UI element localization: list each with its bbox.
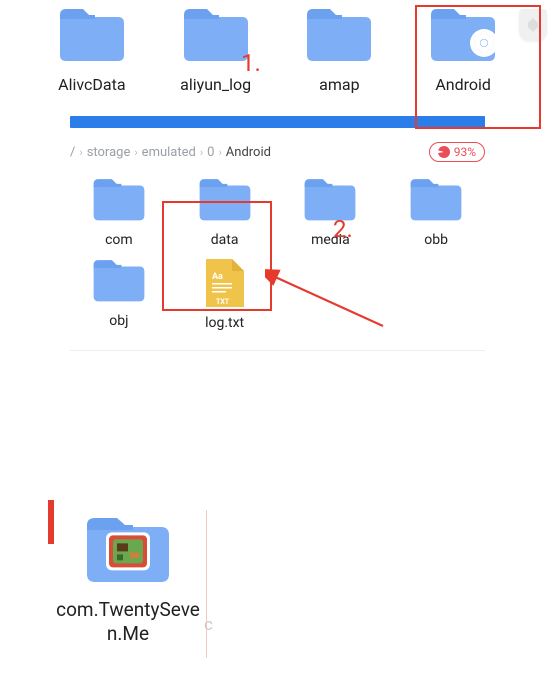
- chevron-right-icon: ›: [200, 146, 203, 159]
- folder-icon: [83, 512, 173, 584]
- folder-android[interactable]: Android: [413, 5, 513, 94]
- app-icon: [104, 530, 152, 572]
- folder-icon: [91, 176, 147, 222]
- breadcrumb[interactable]: / › storage › emulated › 0 › Android 93%: [70, 142, 485, 162]
- folder-label: com: [105, 232, 133, 249]
- breadcrumb-seg[interactable]: 0: [207, 145, 214, 160]
- chevron-right-icon: ›: [134, 146, 137, 159]
- txt-file-icon: Aa TXT: [204, 257, 246, 309]
- folder-grid: com data media obb obj: [70, 176, 485, 332]
- breadcrumb-current: Android: [226, 145, 271, 160]
- folder-icon: [197, 176, 253, 222]
- folder-label: obb: [424, 232, 448, 249]
- folder-obb[interactable]: obb: [387, 176, 485, 249]
- folder-alivcdata[interactable]: AlivcData: [42, 5, 142, 94]
- file-browser-panel: / › storage › emulated › 0 › Android 93%…: [70, 116, 485, 332]
- folder-icon: [408, 176, 464, 222]
- folder-label: AlivcData: [58, 75, 125, 94]
- folder-label: obj: [109, 313, 128, 330]
- file-log-txt[interactable]: Aa TXT log.txt: [176, 257, 274, 332]
- folder-icon: [181, 5, 251, 63]
- chevron-right-icon: ›: [218, 146, 221, 159]
- panel-top-bar: [70, 116, 485, 128]
- svg-text:TXT: TXT: [216, 298, 230, 306]
- folder-icon: [304, 5, 374, 63]
- folder-row-top: AlivcData aliyun_log amap: [0, 5, 555, 94]
- gear-icon: [468, 27, 500, 59]
- folder-media[interactable]: media: [282, 176, 380, 249]
- chevron-right-icon: ›: [79, 146, 82, 159]
- folder-label: aliyun_log: [180, 75, 251, 94]
- folder-obj[interactable]: obj: [70, 257, 168, 332]
- folder-icon: [57, 5, 127, 63]
- folder-aliyun-log[interactable]: aliyun_log: [166, 5, 266, 94]
- folder-amap[interactable]: amap: [289, 5, 389, 94]
- breadcrumb-seg[interactable]: emulated: [142, 145, 196, 160]
- scroll-handle[interactable]: [519, 9, 547, 41]
- folder-label: media: [311, 232, 350, 249]
- storage-usage-pill[interactable]: 93%: [429, 142, 485, 162]
- folder-label: com.TwentySeven.Me: [53, 598, 203, 647]
- breadcrumb-root[interactable]: /: [70, 145, 75, 160]
- folder-icon: [428, 5, 498, 63]
- folder-label: amap: [319, 75, 359, 94]
- folder-com[interactable]: com: [70, 176, 168, 249]
- folder-com-twentyseven-me[interactable]: com.TwentySeven.Me: [48, 500, 208, 647]
- breadcrumb-seg[interactable]: storage: [87, 145, 131, 160]
- highlight-bar-left: [48, 500, 54, 544]
- folder-icon: [91, 257, 147, 303]
- folder-data[interactable]: data: [176, 176, 274, 249]
- cropped-text: c: [204, 615, 213, 635]
- svg-text:Aa: Aa: [212, 272, 223, 282]
- bottom-section: com.TwentySeven.Me: [48, 500, 208, 670]
- divider: [70, 350, 485, 351]
- pie-chart-icon: [436, 145, 451, 160]
- storage-usage-value: 93%: [454, 145, 476, 159]
- crop-line-right: [206, 510, 207, 658]
- folder-icon: [302, 176, 358, 222]
- file-label: log.txt: [205, 315, 244, 332]
- folder-label: Android: [435, 75, 491, 94]
- folder-label: data: [211, 232, 239, 249]
